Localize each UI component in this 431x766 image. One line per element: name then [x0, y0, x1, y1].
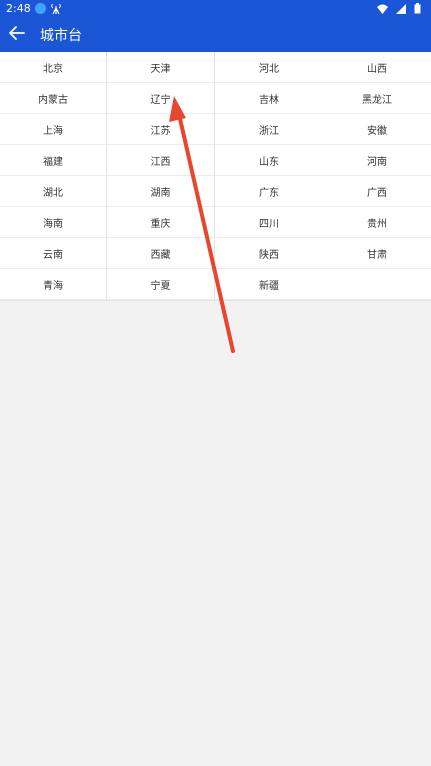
arrow-left-icon — [9, 25, 25, 44]
status-time: 2:48 — [6, 2, 31, 15]
page-title: 城市台 — [40, 27, 82, 44]
region-cell[interactable]: 福建 — [0, 145, 107, 176]
region-cell[interactable]: 江苏 — [107, 114, 215, 145]
region-cell[interactable]: 重庆 — [107, 207, 215, 238]
region-cell[interactable]: 广东 — [215, 176, 323, 207]
region-cell[interactable]: 吉林 — [215, 83, 323, 114]
region-cell[interactable]: 湖南 — [107, 176, 215, 207]
region-cell[interactable]: 四川 — [215, 207, 323, 238]
region-cell[interactable]: 江西 — [107, 145, 215, 176]
region-cell[interactable]: 黑龙江 — [323, 83, 431, 114]
bluetooth-icon — [34, 3, 46, 14]
region-cell[interactable]: 青海 — [0, 269, 107, 300]
region-cell[interactable]: 山西 — [323, 52, 431, 83]
app-bar: 城市台 — [0, 17, 431, 52]
region-cell[interactable]: 北京 — [0, 52, 107, 83]
region-cell[interactable]: 湖北 — [0, 176, 107, 207]
region-cell[interactable]: 山东 — [215, 145, 323, 176]
wifi-icon — [377, 4, 388, 14]
status-bar: 2:48 — [0, 0, 431, 17]
region-cell[interactable]: 辽宁 — [107, 83, 215, 114]
region-cell[interactable]: 上海 — [0, 114, 107, 145]
battery-icon — [414, 3, 421, 14]
region-cell[interactable]: 天津 — [107, 52, 215, 83]
region-cell[interactable]: 陕西 — [215, 238, 323, 269]
region-grid: 北京 天津 河北 山西 内蒙古 辽宁 吉林 黑龙江 上海 江苏 浙江 安徽 福建… — [0, 52, 431, 301]
region-cell[interactable]: 河北 — [215, 52, 323, 83]
region-cell[interactable]: 浙江 — [215, 114, 323, 145]
region-cell[interactable]: 贵州 — [323, 207, 431, 238]
region-cell[interactable]: 云南 — [0, 238, 107, 269]
antenna-icon — [50, 3, 62, 14]
region-cell[interactable]: 甘肃 — [323, 238, 431, 269]
region-cell[interactable]: 新疆 — [215, 269, 323, 300]
back-button[interactable] — [0, 17, 34, 52]
region-cell[interactable]: 海南 — [0, 207, 107, 238]
signal-icon — [396, 3, 406, 14]
region-cell[interactable]: 安徽 — [323, 114, 431, 145]
region-cell[interactable]: 西藏 — [107, 238, 215, 269]
region-cell[interactable]: 内蒙古 — [0, 83, 107, 114]
region-cell[interactable]: 河南 — [323, 145, 431, 176]
region-cell[interactable]: 宁夏 — [107, 269, 215, 300]
empty-cell — [323, 269, 431, 300]
region-cell[interactable]: 广西 — [323, 176, 431, 207]
